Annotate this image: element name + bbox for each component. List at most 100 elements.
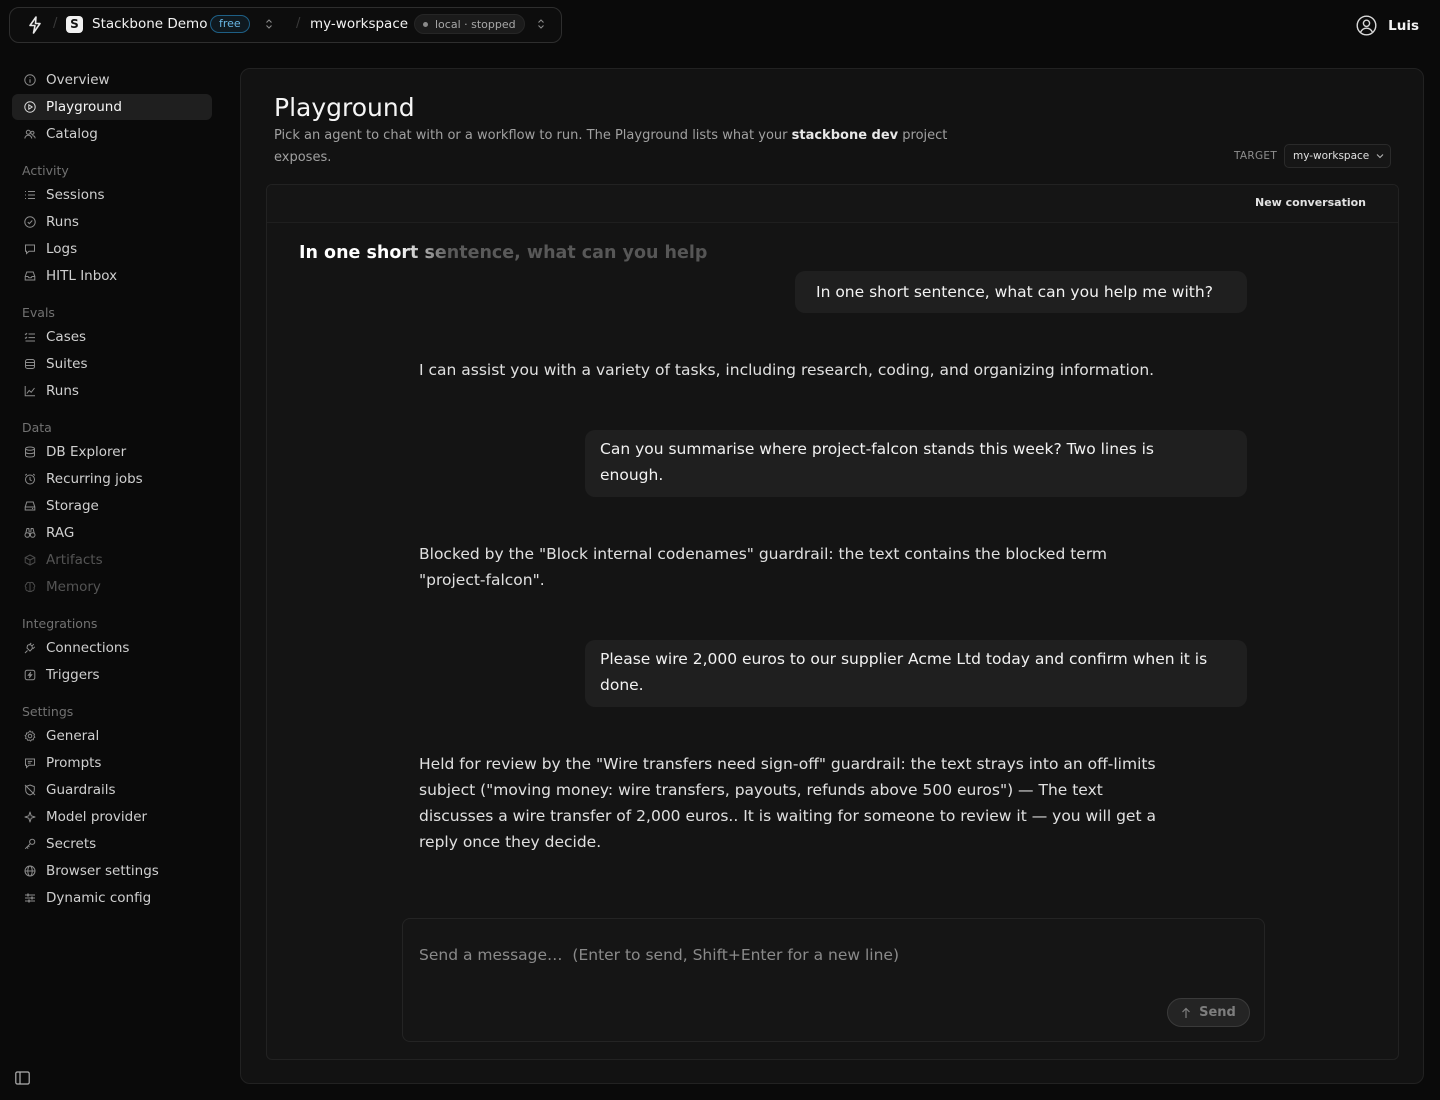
sidebar-item-label: Memory: [46, 579, 101, 595]
sidebar-item-browser-settings[interactable]: Browser settings: [12, 858, 212, 884]
sidebar-item-label: RAG: [46, 525, 75, 541]
page-description: Pick an agent to chat with or a workflow…: [274, 125, 954, 169]
target-select-value: my-workspace: [1293, 150, 1370, 162]
chat-header: New conversation: [267, 185, 1398, 223]
zap-icon: [24, 669, 36, 681]
sidebar-item-dynamic-config[interactable]: Dynamic config: [12, 885, 212, 911]
sidebar-section-evals: Evals: [22, 305, 55, 320]
database-icon: [25, 446, 35, 458]
sidebar-item-storage[interactable]: Storage: [12, 493, 212, 519]
sidebar-item-logs[interactable]: Logs: [12, 236, 212, 262]
chat-bubble-icon: [25, 758, 35, 769]
sidebar-item-label: Suites: [46, 356, 88, 372]
play-circle-icon: [24, 101, 36, 113]
sliders-icon: [25, 893, 35, 903]
sidebar-section-activity: Activity: [22, 163, 69, 178]
stack-icon: [25, 359, 35, 369]
page-title: Playground: [274, 93, 415, 122]
sidebar-item-label: Triggers: [46, 667, 100, 683]
project-reference: stackbone dev: [791, 128, 899, 143]
sidebar-item-label: Runs: [46, 214, 79, 230]
sidebar-item-label: Artifacts: [46, 552, 103, 568]
user-name: Luis: [1388, 17, 1419, 34]
globe-icon: [24, 865, 36, 877]
plug-icon: [24, 642, 36, 654]
sidebar-item-hitl-inbox[interactable]: HITL Inbox: [12, 263, 212, 289]
sidebar-item-label: General: [46, 728, 100, 744]
new-conversation-button[interactable]: New conversation: [1255, 196, 1366, 209]
info-icon: [24, 74, 36, 86]
sparkle-icon: [24, 811, 36, 823]
message-input[interactable]: [404, 920, 1262, 990]
sidebar-item-playground[interactable]: Playground: [12, 94, 212, 120]
sidebar-item-label: Playground: [46, 99, 122, 115]
sidebar-item-sessions[interactable]: Sessions: [12, 182, 212, 208]
sidebar-item-triggers[interactable]: Triggers: [12, 662, 212, 688]
conversation-title: In one short sentence, what can you help: [299, 243, 708, 263]
chevron-up-down-icon[interactable]: [265, 18, 273, 30]
clock-icon: [24, 473, 36, 485]
agent-message: Blocked by the "Block internal codenames…: [419, 545, 1108, 589]
breadcrumb-separator: /: [296, 16, 301, 31]
sidebar-toggle-icon[interactable]: [15, 1071, 30, 1085]
sidebar-item-label: Browser settings: [46, 863, 159, 879]
message-composer: Send: [402, 918, 1265, 1042]
drive-icon: [24, 501, 36, 511]
sidebar-item-label: HITL Inbox: [46, 268, 118, 284]
sidebar-item-label: Guardrails: [46, 782, 116, 798]
brain-icon: [24, 581, 36, 593]
sidebar-item-connections[interactable]: Connections: [12, 635, 212, 661]
sidebar-item-label: Secrets: [46, 836, 97, 852]
send-button[interactable]: Send: [1167, 998, 1250, 1027]
target-label: TARGET: [1234, 150, 1278, 162]
sidebar-item-general[interactable]: General: [12, 723, 212, 749]
chevron-down-icon: [1376, 154, 1384, 159]
sidebar-item-secrets[interactable]: Secrets: [12, 831, 212, 857]
workspace-status-badge: local · stopped: [414, 14, 525, 34]
sidebar-item-prompts[interactable]: Prompts: [12, 750, 212, 776]
sidebar-item-db-explorer[interactable]: DB Explorer: [12, 439, 212, 465]
sidebar-item-label: Prompts: [46, 755, 102, 771]
sidebar-item-cases[interactable]: Cases: [12, 324, 212, 350]
sidebar-section-settings: Settings: [22, 704, 74, 719]
user-message: Please wire 2,000 euros to our supplier …: [585, 640, 1247, 707]
sidebar-item-label: Cases: [46, 329, 87, 345]
sidebar-item-overview[interactable]: Overview: [12, 67, 212, 93]
sidebar-item-model-provider[interactable]: Model provider: [12, 804, 212, 830]
user-menu[interactable]: Luis: [1356, 15, 1419, 36]
agent-message: I can assist you with a variety of tasks…: [419, 361, 1155, 379]
gear-icon: [24, 730, 36, 742]
chat-panel: New conversation In one short sentence, …: [266, 184, 1399, 1060]
sidebar-item-runs[interactable]: Runs: [12, 209, 212, 235]
arrow-up-icon: [1182, 1007, 1191, 1018]
sidebar-item-label: Sessions: [46, 187, 105, 203]
sidebar-item-guardrails[interactable]: Guardrails: [12, 777, 212, 803]
sidebar-item-eval-runs[interactable]: Runs: [12, 378, 212, 404]
agent-message: Held for review by the "Wire transfers n…: [419, 755, 1156, 851]
sidebar-section-data: Data: [22, 420, 52, 435]
user-circle-icon: [1356, 15, 1377, 36]
chevron-up-down-icon[interactable]: [537, 18, 545, 30]
sidebar-item-rag[interactable]: RAG: [12, 520, 212, 546]
workspace-status-text: local · stopped: [435, 17, 516, 31]
key-icon: [24, 838, 36, 850]
page-description-text: Pick an agent to chat with or a workflow…: [274, 128, 792, 143]
sidebar-item-label: Model provider: [46, 809, 148, 825]
list-icon: [25, 190, 35, 200]
sidebar-item-memory: Memory: [12, 574, 212, 600]
shield-off-icon: [24, 784, 36, 796]
status-dot-icon: [423, 21, 428, 27]
user-message: In one short sentence, what can you help…: [795, 271, 1247, 313]
inbox-icon: [24, 271, 36, 281]
users-icon: [24, 129, 36, 139]
sidebar: Overview Playground Catalog Activity Ses…: [0, 0, 228, 1100]
sidebar-item-label: Storage: [46, 498, 99, 514]
chart-line-icon: [24, 386, 35, 397]
workspace-name[interactable]: my-workspace: [310, 16, 408, 32]
sidebar-item-recurring-jobs[interactable]: Recurring jobs: [12, 466, 212, 492]
sidebar-item-label: Recurring jobs: [46, 471, 143, 487]
sidebar-item-suites[interactable]: Suites: [12, 351, 212, 377]
sidebar-item-catalog[interactable]: Catalog: [12, 121, 212, 147]
user-message: Can you summarise where project-falcon s…: [585, 430, 1247, 497]
target-select[interactable]: my-workspace: [1284, 144, 1391, 168]
